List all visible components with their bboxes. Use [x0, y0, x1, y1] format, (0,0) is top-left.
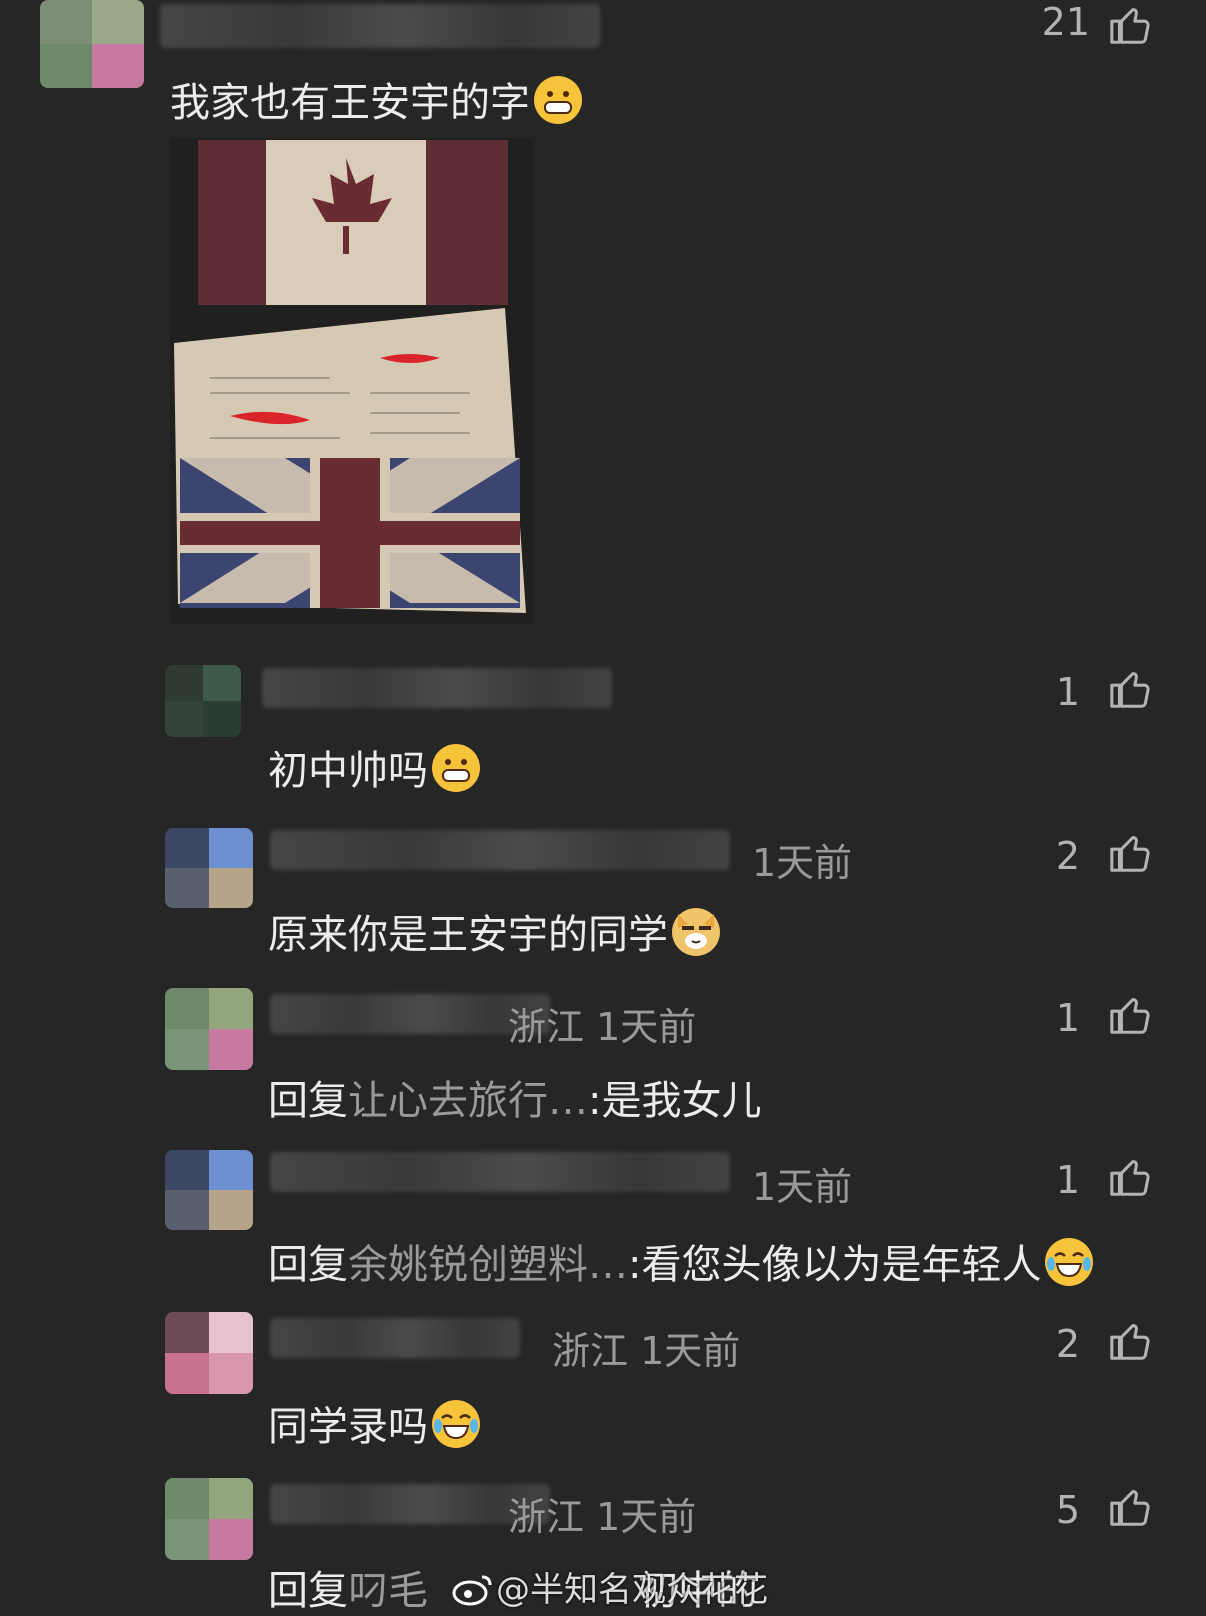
thumbs-up-icon[interactable] — [1108, 1318, 1154, 1364]
grin-emoji-icon — [534, 76, 582, 124]
like-count: 5 — [1055, 1488, 1080, 1532]
avatar[interactable] — [165, 988, 253, 1070]
weibo-logo-icon — [452, 1575, 492, 1606]
avatar[interactable] — [165, 665, 241, 737]
watermark-text: @半知名观众花花 — [496, 1570, 768, 1610]
like-count: 21 — [1041, 0, 1090, 44]
username-blurred[interactable] — [270, 1318, 520, 1358]
thumbs-up-icon[interactable] — [1108, 666, 1154, 712]
username-blurred[interactable] — [270, 830, 730, 870]
reply-to-user[interactable]: 余姚锐创塑料… — [348, 1242, 628, 1288]
comment-body: :是我女儿 — [588, 1078, 762, 1124]
like-count: 2 — [1055, 834, 1080, 878]
username-blurred[interactable] — [262, 668, 612, 708]
comment-text: 我家也有王安宇的字 — [170, 70, 582, 128]
laugh-cry-emoji-icon — [1045, 1238, 1094, 1286]
avatar[interactable] — [165, 828, 253, 908]
grin-emoji-icon — [432, 744, 480, 792]
reply-prefix: 回复 — [268, 1242, 348, 1288]
like-count: 1 — [1055, 670, 1080, 714]
reply-to-user[interactable]: 叼毛 — [348, 1568, 428, 1614]
thumbs-up-icon[interactable] — [1108, 992, 1154, 1038]
thumbs-up-icon[interactable] — [1108, 1484, 1154, 1530]
thumbs-up-icon[interactable] — [1108, 1154, 1154, 1200]
comment-text: 原来你是王安宇的同学 — [268, 902, 720, 960]
weibo-watermark: @半知名观众花花 — [452, 1562, 768, 1611]
comment-body: :看您头像以为是年轻人 — [628, 1242, 1042, 1288]
comment-meta: 1天前 — [752, 1165, 853, 1209]
laugh-cry-emoji-icon — [432, 1400, 480, 1448]
username-blurred[interactable] — [160, 4, 600, 48]
reply-prefix: 回复 — [268, 1568, 348, 1614]
comment-text: 同学录吗 — [268, 1394, 480, 1452]
reply-prefix: 回复 — [268, 1078, 348, 1124]
comment-photo[interactable] — [170, 138, 533, 624]
dog-smirk-emoji-icon — [672, 908, 720, 956]
comment-meta: 1天前 — [752, 841, 853, 885]
avatar[interactable] — [165, 1312, 253, 1394]
comment-text: 初中帅吗 — [268, 738, 480, 796]
comment-body: 我家也有王安宇的字 — [170, 80, 530, 126]
comment-meta: 浙江 1天前 — [508, 1495, 697, 1539]
reply-to-user[interactable]: 让心去旅行… — [348, 1078, 588, 1124]
avatar[interactable] — [165, 1478, 253, 1560]
avatar[interactable] — [165, 1150, 253, 1230]
comment-text: 回复余姚锐创塑料…:看您头像以为是年轻人 — [268, 1232, 1094, 1290]
thumbs-up-icon[interactable] — [1108, 2, 1154, 48]
comment-meta: 浙江 1天前 — [552, 1329, 741, 1373]
comment-body: 同学录吗 — [268, 1404, 428, 1450]
comment-body: 原来你是王安宇的同学 — [268, 912, 668, 958]
thumbs-up-icon[interactable] — [1108, 830, 1154, 876]
like-count: 1 — [1055, 1158, 1080, 1202]
comment-text: 回复让心去旅行…:是我女儿 — [268, 1068, 761, 1126]
comment-body: 初中帅吗 — [268, 748, 428, 794]
like-count: 1 — [1055, 996, 1080, 1040]
username-blurred[interactable] — [270, 1152, 730, 1192]
avatar[interactable] — [40, 0, 144, 88]
comment-meta: 浙江 1天前 — [508, 1005, 697, 1049]
like-count: 2 — [1055, 1322, 1080, 1366]
